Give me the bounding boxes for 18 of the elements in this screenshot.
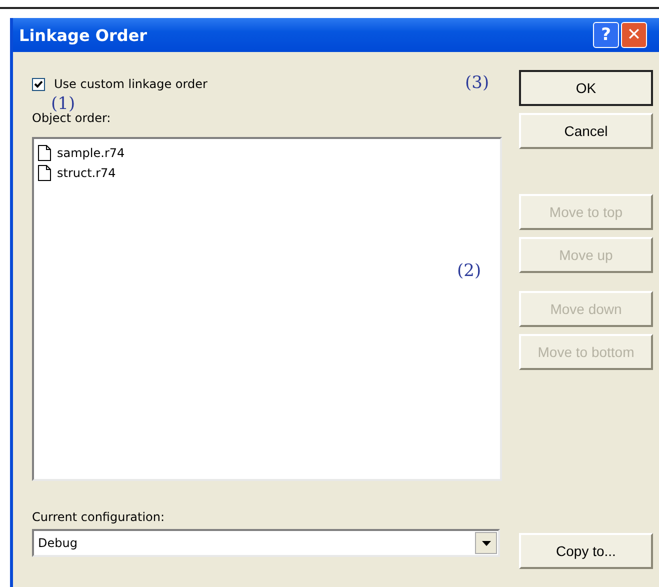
configuration-dropdown[interactable]: Debug <box>32 529 500 557</box>
list-item[interactable]: sample.r74 <box>57 146 125 160</box>
file-icon <box>38 145 51 161</box>
dialog-button[interactable]: Copy to... <box>519 533 653 569</box>
dialog-button[interactable]: OK <box>519 70 653 106</box>
checkbox-label[interactable]: Use custom linkage order <box>54 77 208 91</box>
callout-number: (1) <box>51 94 76 114</box>
list-item[interactable]: struct.r74 <box>57 166 116 180</box>
file-icon <box>38 165 51 181</box>
checkbox[interactable] <box>32 78 45 90</box>
list-label: Object order: <box>32 111 112 125</box>
dialog-button[interactable]: Cancel <box>519 113 653 149</box>
callout-number: (2) <box>457 261 482 281</box>
field-label: Current configuration: <box>32 510 166 524</box>
help-button[interactable]: ? <box>593 22 619 48</box>
window-title: Linkage Order <box>19 26 148 44</box>
callout-number: (3) <box>465 73 490 93</box>
close-button[interactable]: ✕ <box>621 22 647 48</box>
